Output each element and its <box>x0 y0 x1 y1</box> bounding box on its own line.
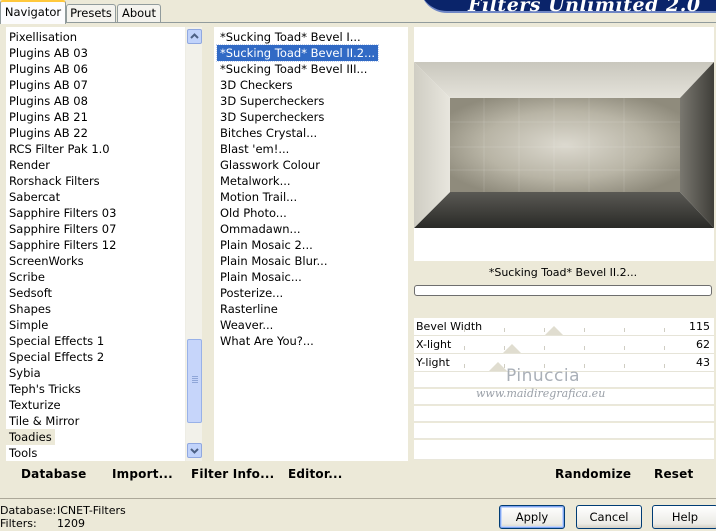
cancel-button[interactable]: Cancel <box>576 505 642 529</box>
category-item[interactable]: Pixellisation <box>6 29 80 45</box>
category-item[interactable]: Sybia <box>6 365 44 381</box>
tab-navigator[interactable]: Navigator <box>0 0 66 24</box>
banner-title: Filters Unlimited 2.0 <box>468 0 701 16</box>
progress-bar <box>414 285 712 296</box>
slider-label: Y-light <box>416 356 450 369</box>
empty-param-row <box>414 406 714 422</box>
category-item[interactable]: RCS Filter Pak 1.0 <box>6 141 113 157</box>
randomize-button[interactable]: Randomize <box>555 467 631 481</box>
slider-value: 115 <box>689 320 710 333</box>
scroll-up-button[interactable] <box>187 29 202 44</box>
filter-item[interactable]: Plain Mosaic Blur... <box>217 253 331 269</box>
filter-item[interactable]: *Sucking Toad* Bevel I... <box>217 29 364 45</box>
category-item[interactable]: Sedsoft <box>6 285 55 301</box>
watermark-url: www.maidiregrafica.eu <box>476 387 606 400</box>
filter-info-button[interactable]: Filter Info... <box>191 467 274 481</box>
empty-param-row <box>414 440 714 460</box>
slider-label: X-light <box>416 338 452 351</box>
slider-thumb[interactable] <box>545 326 563 335</box>
scroll-thumb[interactable] <box>187 339 202 423</box>
tab-about[interactable]: About <box>117 4 161 23</box>
category-list[interactable]: Pixellisation Plugins AB 03 Plugins AB 06 P… <box>6 27 185 461</box>
category-item[interactable]: Plugins AB 07 <box>6 77 91 93</box>
filter-item[interactable]: Plain Mosaic 2... <box>217 237 316 253</box>
category-item[interactable]: Special Effects 2 <box>6 349 107 365</box>
category-item[interactable]: Shapes <box>6 301 54 317</box>
category-item[interactable]: Tile & Mirror <box>6 413 82 429</box>
category-item[interactable]: Sapphire Filters 12 <box>6 237 119 253</box>
preview-caption: *Sucking Toad* Bevel II.2... <box>414 263 712 283</box>
filter-item[interactable]: What Are You?... <box>217 333 317 349</box>
category-item[interactable]: Toadies <box>6 429 55 445</box>
category-item[interactable]: Texturize <box>6 397 64 413</box>
tab-presets[interactable]: Presets <box>66 4 116 23</box>
slider-row[interactable]: Bevel Width 115 <box>414 318 714 336</box>
category-item[interactable]: Plugins AB 06 <box>6 61 91 77</box>
category-item[interactable]: Teph's Tricks <box>6 381 84 397</box>
category-item[interactable]: Sapphire Filters 07 <box>6 221 119 237</box>
editor-button[interactable]: Editor... <box>288 467 343 481</box>
filter-item[interactable]: Ommadawn... <box>217 221 304 237</box>
filter-item[interactable]: Bitches Crystal... <box>217 125 320 141</box>
category-item[interactable]: Scribe <box>6 269 48 285</box>
filter-item[interactable]: 3D Supercheckers <box>217 93 327 109</box>
empty-param-row <box>414 423 714 439</box>
category-item[interactable]: Plugins AB 03 <box>6 45 91 61</box>
watermark-name: Pinuccia <box>506 366 580 386</box>
category-item[interactable]: Rorshack Filters <box>6 173 103 189</box>
slider-value: 62 <box>696 338 710 351</box>
tab-divider <box>0 22 716 23</box>
chevron-down-icon <box>190 448 199 454</box>
filters-count-value: 1209 <box>57 517 85 530</box>
category-scrollbar[interactable] <box>185 27 202 461</box>
chevron-up-icon <box>190 33 199 39</box>
category-item[interactable]: Special Effects 1 <box>6 333 107 349</box>
category-item[interactable]: Plugins AB 21 <box>6 109 91 125</box>
database-value: ICNET-Filters <box>57 504 126 517</box>
slider-track[interactable] <box>464 318 665 336</box>
filter-item[interactable]: Old Photo... <box>217 205 290 221</box>
slider-thumb[interactable] <box>503 344 521 353</box>
filter-item[interactable]: Rasterline <box>217 301 281 317</box>
filter-list[interactable]: *Sucking Toad* Bevel I... *Sucking Toad* … <box>214 27 408 461</box>
filter-item[interactable]: *Sucking Toad* Bevel III... <box>217 61 370 77</box>
category-item[interactable]: Render <box>6 157 53 173</box>
category-item[interactable]: Tools <box>6 445 40 461</box>
filter-item[interactable]: Blast 'em!... <box>217 141 292 157</box>
category-item[interactable]: ScreenWorks <box>6 253 87 269</box>
filter-item[interactable]: 3D Checkers <box>217 77 296 93</box>
slider-thumb[interactable] <box>489 362 507 371</box>
filter-item[interactable]: Plain Mosaic... <box>217 269 305 285</box>
reset-button[interactable]: Reset <box>654 467 693 481</box>
apply-button[interactable]: Apply <box>499 505 565 529</box>
slider-track[interactable] <box>464 336 665 354</box>
filter-item[interactable]: Metalwork... <box>217 173 294 189</box>
slider-row[interactable]: X-light 62 <box>414 336 714 354</box>
database-label: Database: <box>0 504 57 517</box>
filters-count-label: Filters: <box>0 517 37 530</box>
filter-item[interactable]: *Sucking Toad* Bevel II.2... <box>215 44 380 62</box>
slider-value: 43 <box>696 356 710 369</box>
category-item[interactable]: Sabercat <box>6 189 63 205</box>
preview-image <box>414 62 714 228</box>
footer-separator <box>0 498 716 499</box>
database-button[interactable]: Database <box>21 467 86 481</box>
filter-item[interactable]: 3D Supercheckers <box>217 109 327 125</box>
filter-item[interactable]: Weaver... <box>217 317 276 333</box>
category-item[interactable]: Sapphire Filters 03 <box>6 205 119 221</box>
filter-item[interactable]: Motion Trail... <box>217 189 300 205</box>
category-item[interactable]: Plugins AB 22 <box>6 125 91 141</box>
category-item[interactable]: Simple <box>6 317 51 333</box>
import-button[interactable]: Import... <box>112 467 173 481</box>
filter-item[interactable]: Glasswork Colour <box>217 157 323 173</box>
filter-item[interactable]: Posterize... <box>217 285 286 301</box>
help-button[interactable]: Help <box>652 505 716 529</box>
category-item[interactable]: Plugins AB 08 <box>6 93 91 109</box>
scroll-down-button[interactable] <box>187 443 202 458</box>
